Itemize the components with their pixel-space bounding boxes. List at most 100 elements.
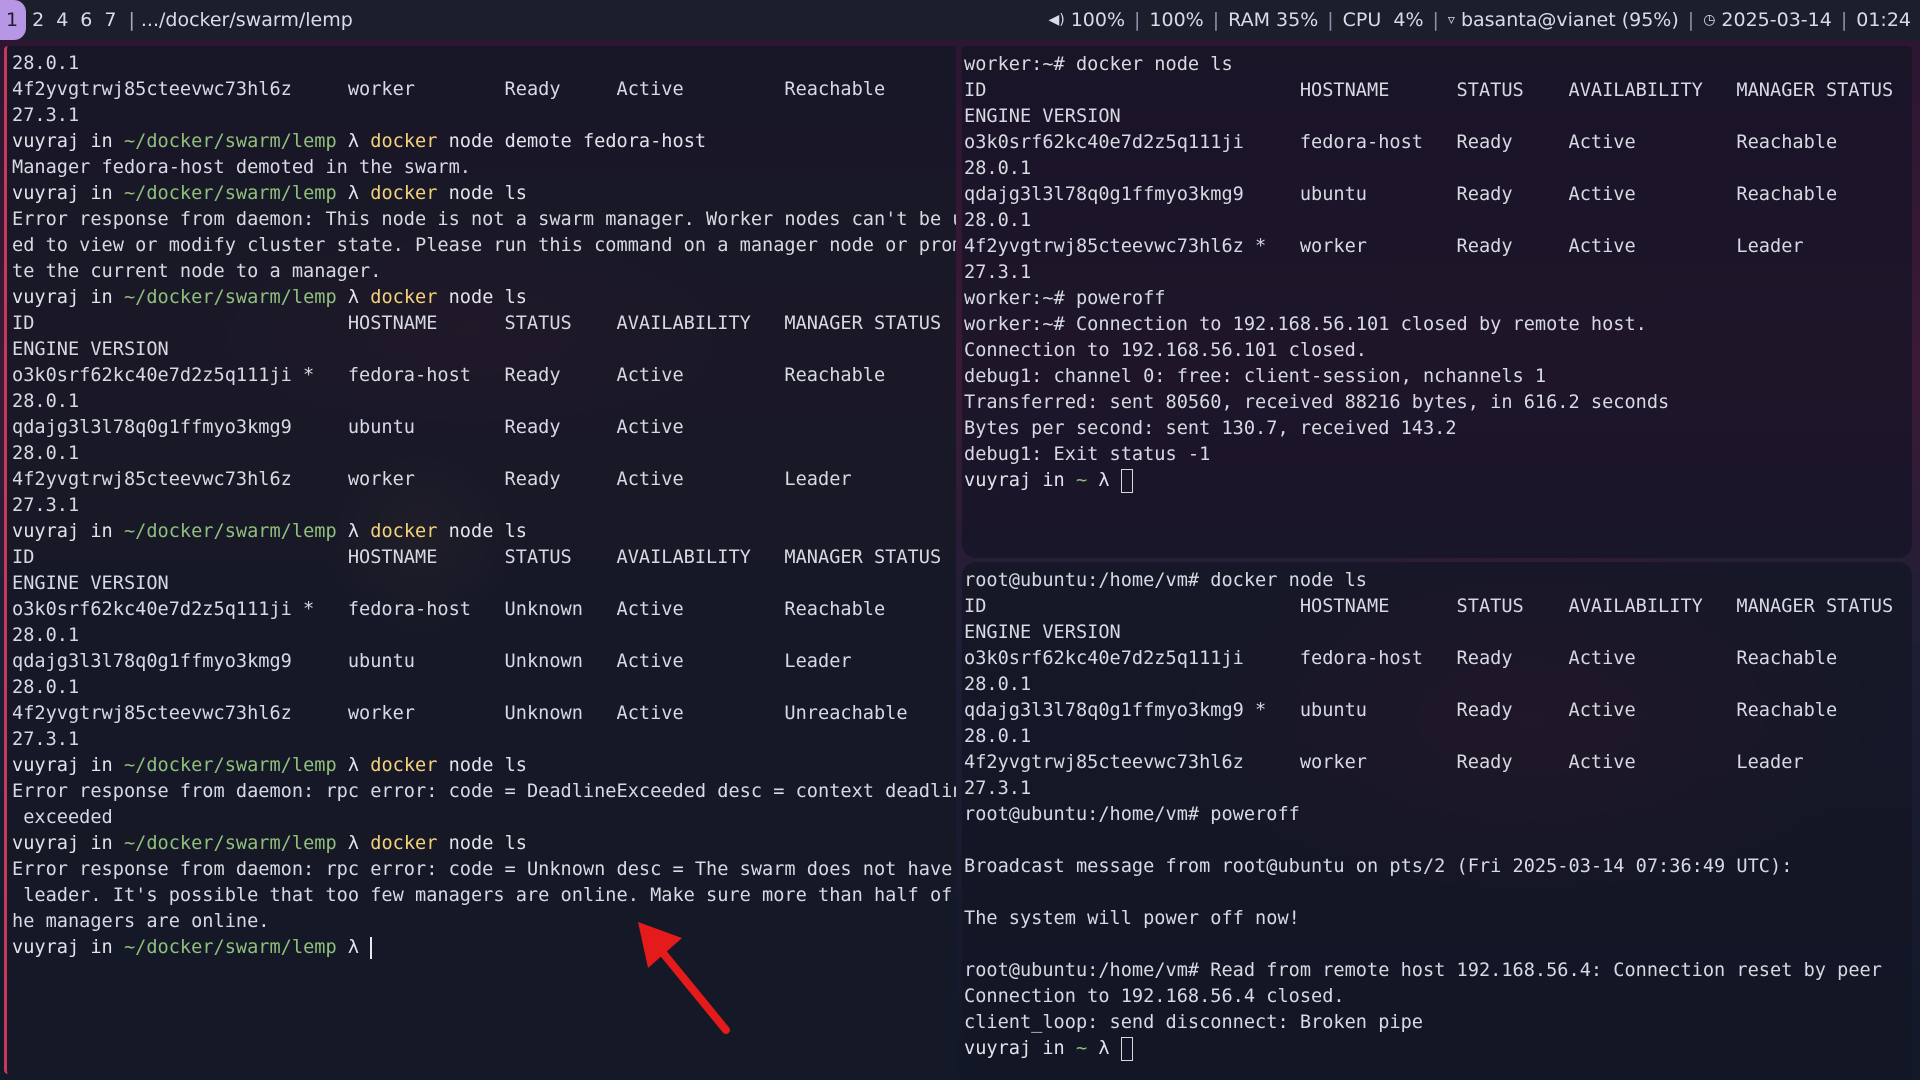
terminal-line: Bytes per second: sent 130.7, received 1…	[964, 418, 1457, 439]
terminal-line: 4f2yvgtrwj85cteevwc73hl6z worker Ready A…	[964, 752, 1804, 773]
prompt-args: node ls	[437, 183, 527, 204]
terminal-line: leader. It's possible that too few manag…	[12, 885, 956, 906]
terminal-line: 4f2yvgtrwj85cteevwc73hl6z * worker Ready…	[964, 236, 1804, 257]
wifi-icon[interactable]: ▿	[1447, 12, 1456, 28]
prompt-user: vuyraj in	[12, 131, 124, 152]
prompt-path: ~/docker/swarm/lemp	[123, 937, 337, 958]
red-arrow-annotation	[638, 922, 730, 1034]
prompt-sym: λ	[336, 833, 371, 854]
terminal-line: 27.3.1	[964, 262, 1032, 283]
prompt-user: vuyraj in	[12, 937, 124, 958]
time: 01:24	[1856, 9, 1911, 31]
terminal-line: debug1: channel 0: free: client-session,…	[964, 366, 1547, 387]
prompt-sym: λ	[336, 287, 371, 308]
system-tray: ◀) 100% | 100% | RAM 35% | CPU 4% | ▿ ba…	[1047, 9, 1911, 31]
terminal-line: 27.3.1	[12, 495, 80, 516]
terminal-prompt-line: vuyraj in ~/docker/swarm/lemp λ docker n…	[12, 519, 956, 545]
prompt-args: node ls	[437, 755, 527, 776]
terminal-line: root@ubuntu:/home/vm# Read from remote h…	[964, 960, 1882, 981]
workspace-6[interactable]: 6	[74, 0, 98, 40]
top-status-bar: 1 2 4 6 7 | .../docker/swarm/lemp ◀) 100…	[0, 0, 1920, 40]
terminal-prompt-line: vuyraj in ~ λ	[964, 1036, 1912, 1062]
prompt-sym: λ	[336, 131, 371, 152]
terminal-line: 28.0.1	[964, 158, 1032, 179]
prompt-sym: λ	[1087, 1038, 1121, 1059]
cpu-usage: CPU 4%	[1342, 9, 1424, 31]
top-right-terminal[interactable]: worker:~# docker node ls ID HOSTNAME STAT…	[962, 46, 1912, 558]
prompt-user: vuyraj in	[12, 833, 124, 854]
prompt-user: vuyraj in	[964, 470, 1076, 491]
workspace-area: 1 2 4 6 7 | .../docker/swarm/lemp	[0, 0, 353, 40]
terminal-line: ENGINE VERSION	[964, 622, 1121, 643]
prompt-sym: λ	[336, 521, 371, 542]
terminal-line: qdajg3l3l78q0g1ffmyo3kmg9 ubuntu Ready A…	[964, 184, 1838, 205]
terminal-line: te the current node to a manager.	[12, 261, 382, 282]
terminal-line: Transferred: sent 80560, received 88216 …	[964, 392, 1670, 413]
prompt-cmd: docker	[370, 131, 438, 152]
bottom-right-terminal[interactable]: root@ubuntu:/home/vm# docker node ls ID H…	[962, 562, 1912, 1074]
terminal-line: Connection to 192.168.56.101 closed.	[964, 340, 1367, 361]
terminal-line: root@ubuntu:/home/vm# poweroff	[964, 804, 1300, 825]
terminal-line: ID HOSTNAME STATUS AVAILABILITY MANAGER …	[12, 313, 942, 334]
terminal-prompt-line: vuyraj in ~/docker/swarm/lemp λ docker n…	[12, 831, 956, 857]
prompt-user: vuyraj in	[964, 1038, 1076, 1059]
brightness-level[interactable]: 100%	[1148, 9, 1204, 31]
left-terminal[interactable]: 28.0.1 4f2yvgtrwj85cteevwc73hl6z worker R…	[4, 46, 956, 1074]
window-title: .../docker/swarm/lemp	[140, 9, 353, 31]
terminal-line: ID HOSTNAME STATUS AVAILABILITY MANAGER …	[964, 80, 1894, 101]
terminal-line: 28.0.1	[12, 443, 80, 464]
prompt-user: vuyraj in	[12, 755, 124, 776]
prompt-cmd: docker	[370, 183, 438, 204]
date: 2025-03-14	[1721, 9, 1832, 31]
prompt-cmd: docker	[370, 521, 438, 542]
text-cursor	[1120, 1036, 1133, 1061]
terminal-line: o3k0srf62kc40e7d2z5q111ji fedora-host Re…	[964, 648, 1838, 669]
prompt-cmd: docker	[370, 287, 438, 308]
terminal-line: 28.0.1	[964, 210, 1032, 231]
prompt-path: ~/docker/swarm/lemp	[123, 183, 337, 204]
terminal-line: 28.0.1	[12, 677, 80, 698]
prompt-path: ~/docker/swarm/lemp	[123, 833, 337, 854]
terminal-line: 28.0.1	[12, 625, 80, 646]
wifi-status[interactable]: basanta@vianet (95%)	[1460, 9, 1680, 31]
prompt-sym: λ	[336, 183, 371, 204]
clock-icon: ◷	[1703, 12, 1716, 28]
terminal-line: worker:~# docker node ls	[964, 54, 1233, 75]
terminal-line: ENGINE VERSION	[12, 573, 169, 594]
terminal-line: ID HOSTNAME STATUS AVAILABILITY MANAGER …	[12, 547, 942, 568]
terminal-line: Error response from daemon: rpc error: c…	[12, 781, 956, 802]
workspace-4[interactable]: 4	[50, 0, 74, 40]
prompt-cmd: docker	[370, 833, 438, 854]
terminal-line: qdajg3l3l78q0g1ffmyo3kmg9 * ubuntu Ready…	[964, 700, 1838, 721]
workspace-7[interactable]: 7	[98, 0, 122, 40]
speaker-icon[interactable]: ◀)	[1047, 12, 1065, 28]
terminal-line: o3k0srf62kc40e7d2z5q111ji * fedora-host …	[12, 599, 886, 620]
terminal-line: 27.3.1	[12, 729, 80, 750]
terminal-line: ENGINE VERSION	[12, 339, 169, 360]
ram-usage: RAM 35%	[1228, 9, 1319, 31]
terminal-line: 28.0.1	[964, 674, 1032, 695]
prompt-path: ~	[1075, 470, 1088, 491]
terminal-line: qdajg3l3l78q0g1ffmyo3kmg9 ubuntu Ready A…	[12, 417, 684, 438]
terminal-line: 27.3.1	[964, 778, 1032, 799]
terminal-line: worker:~# poweroff	[964, 288, 1166, 309]
workspace-2[interactable]: 2	[26, 0, 50, 40]
workspace-1[interactable]: 1	[0, 0, 27, 40]
terminal-line: client_loop: send disconnect: Broken pip…	[964, 1012, 1423, 1033]
terminal-line: debug1: Exit status -1	[964, 444, 1211, 465]
terminal-line: root@ubuntu:/home/vm# docker node ls	[964, 570, 1367, 591]
terminal-line: ENGINE VERSION	[964, 106, 1121, 127]
terminal-line: o3k0srf62kc40e7d2z5q111ji fedora-host Re…	[964, 132, 1838, 153]
terminal-line: 4f2yvgtrwj85cteevwc73hl6z worker Ready A…	[12, 469, 852, 490]
prompt-args: node demote fedora-host	[437, 131, 707, 152]
prompt-path: ~/docker/swarm/lemp	[123, 755, 337, 776]
terminal-line: Broadcast message from root@ubuntu on pt…	[964, 856, 1793, 877]
volume-level[interactable]: 100%	[1070, 9, 1126, 31]
terminal-line: ed to view or modify cluster state. Plea…	[12, 235, 956, 256]
terminal-line: Manager fedora-host demoted in the swarm…	[12, 157, 471, 178]
terminal-line: worker:~# Connection to 192.168.56.101 c…	[964, 314, 1647, 335]
terminal-line: Error response from daemon: This node is…	[12, 209, 956, 230]
